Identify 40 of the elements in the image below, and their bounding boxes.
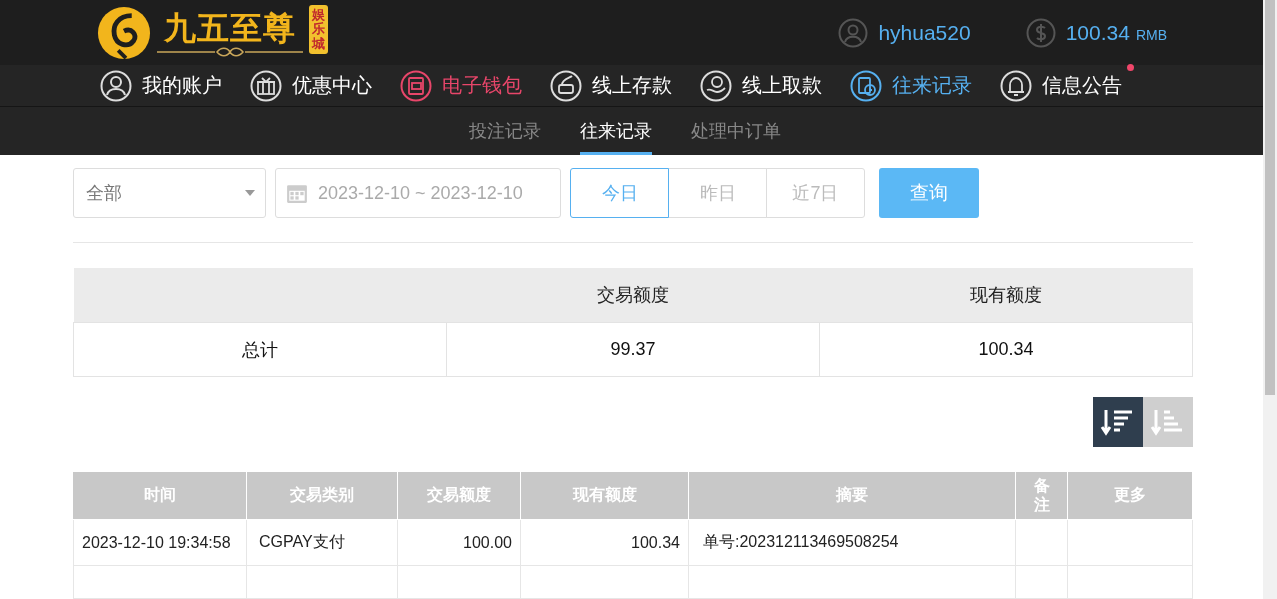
caret-icon (245, 190, 255, 196)
table-cell: 100.34 (520, 519, 689, 566)
table-cell: 2023-12-10 19:34:58 (73, 519, 247, 566)
column-header: 交易额度 (446, 268, 820, 323)
date-preset-button[interactable]: 今日 (570, 168, 669, 218)
scrollbar[interactable] (1263, 0, 1277, 599)
user-icon (100, 69, 132, 102)
table-cell: 单号:202312113469508254 (688, 519, 1016, 566)
sub-tab[interactable]: 投注记录 (468, 107, 541, 155)
logo-icon (97, 5, 151, 60)
scrollbar-thumb[interactable] (1265, 0, 1275, 395)
currency-label: RMB (1135, 26, 1167, 43)
nav-item[interactable]: 往来记录 (850, 69, 972, 102)
table-cell: 总计 (73, 322, 447, 377)
logo-badge: 娱乐城 (309, 5, 328, 55)
table-cell: 100.34 (819, 322, 1193, 377)
bell-icon (1000, 69, 1032, 102)
calendar-icon (286, 182, 308, 204)
nav-item[interactable]: 电子钱包 (400, 69, 522, 102)
document-clock-icon (850, 69, 882, 102)
nav-item[interactable]: 优惠中心 (250, 69, 372, 102)
nav-item[interactable]: 我的账户 (100, 69, 222, 102)
type-select[interactable]: 全部 (73, 168, 266, 218)
table-cell: 100.00 (397, 519, 521, 566)
nav-item[interactable]: 线上取款 (700, 69, 822, 102)
dollar-icon (1025, 17, 1056, 48)
nav-item[interactable]: 线上存款 (550, 69, 672, 102)
sub-tab[interactable]: 处理中订单 (690, 107, 781, 155)
gift-icon (250, 69, 282, 102)
logo-text: 九五至尊 (164, 8, 296, 47)
username-link[interactable]: hyhua520 (878, 20, 971, 45)
user-icon (838, 17, 869, 48)
nav-item[interactable]: 信息公告 (1000, 69, 1122, 102)
table-cell: CGPAY支付 (246, 519, 398, 566)
balance-amount: 100.34 (1065, 20, 1130, 45)
table-cell: 99.37 (446, 322, 820, 377)
column-header: 现有额度 (819, 268, 1193, 323)
ornament-icon (155, 46, 305, 57)
sort-descending-button[interactable] (1093, 397, 1143, 447)
wallet-icon (400, 69, 432, 102)
